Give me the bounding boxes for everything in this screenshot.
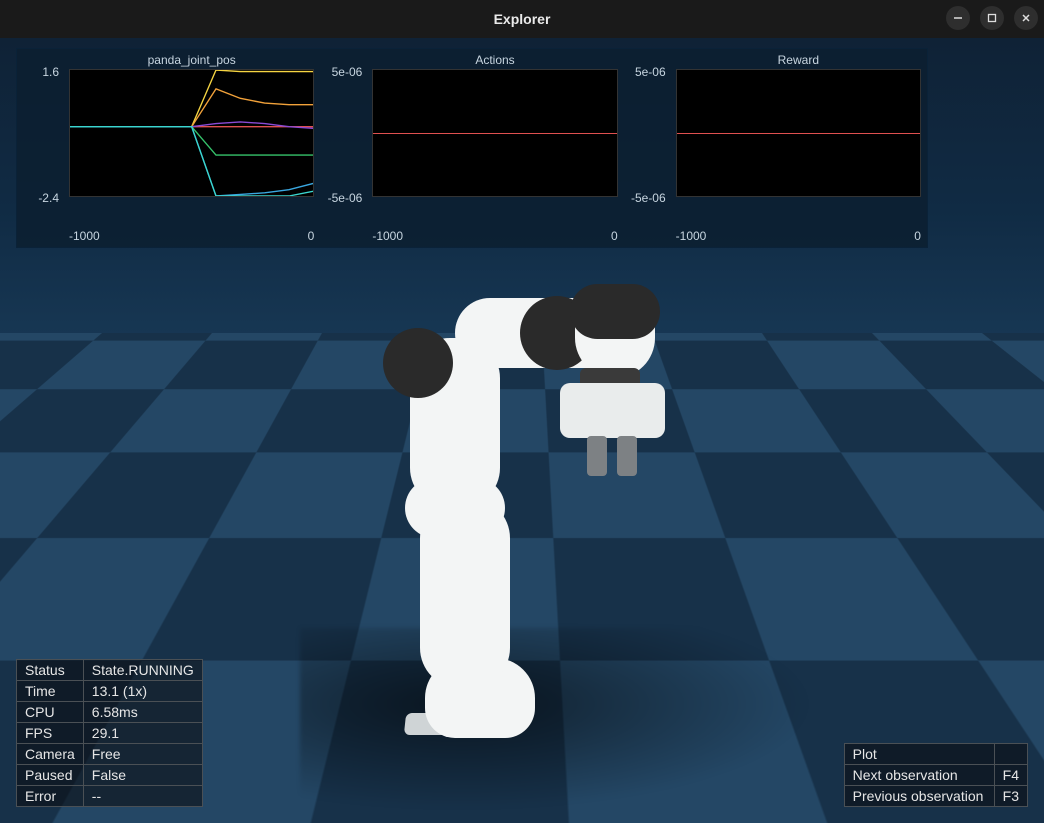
status-value: 13.1 (1x)	[83, 681, 202, 702]
plot-series-line	[70, 127, 313, 196]
status-label: FPS	[17, 723, 84, 744]
status-value: 29.1	[83, 723, 202, 744]
plot-line	[677, 133, 920, 134]
status-row: Time13.1 (1x)	[17, 681, 203, 702]
plot-panel: panda_joint_pos 1.6 -2.4 -1000 0 Actions…	[16, 48, 928, 248]
status-row: StatusState.RUNNING	[17, 660, 203, 681]
status-label: Error	[17, 786, 84, 807]
plot-series-line	[70, 127, 313, 196]
close-button[interactable]	[1014, 6, 1038, 30]
plot-title: panda_joint_pos	[69, 53, 314, 67]
plot-title: Actions	[372, 53, 617, 67]
hotkeys-overlay: PlotNext observationF4Previous observati…	[844, 743, 1028, 807]
status-value: False	[83, 765, 202, 786]
hotkey-key: F3	[994, 786, 1027, 807]
plot-line	[373, 133, 616, 134]
plot-actions: Actions 5e-06 -5e-06 -1000 0	[320, 49, 623, 247]
plot-xticks: -1000 0	[372, 229, 617, 243]
plot-xticks: -1000 0	[676, 229, 921, 243]
window-title: Explorer	[494, 11, 551, 27]
plot-area	[69, 69, 314, 197]
status-label: Camera	[17, 744, 84, 765]
status-value: 6.58ms	[83, 702, 202, 723]
hotkey-key: F4	[994, 765, 1027, 786]
plot-series-line	[70, 70, 313, 127]
viewport[interactable]: panda_joint_pos 1.6 -2.4 -1000 0 Actions…	[0, 38, 1044, 823]
status-label: CPU	[17, 702, 84, 723]
status-row: CameraFree	[17, 744, 203, 765]
plot-area	[676, 69, 921, 197]
plot-panda-joint-pos: panda_joint_pos 1.6 -2.4 -1000 0	[17, 49, 320, 247]
status-value: State.RUNNING	[83, 660, 202, 681]
robot-shadow	[300, 628, 840, 818]
hotkey-row: Previous observationF3	[844, 786, 1027, 807]
titlebar: Explorer	[0, 0, 1044, 38]
status-row: PausedFalse	[17, 765, 203, 786]
plot-yticks: 5e-06 -5e-06	[624, 71, 672, 199]
plot-yticks: 5e-06 -5e-06	[320, 71, 368, 199]
status-overlay: StatusState.RUNNINGTime13.1 (1x)CPU6.58m…	[16, 659, 203, 807]
hotkey-label[interactable]: Previous observation	[844, 786, 994, 807]
hotkey-label[interactable]: Next observation	[844, 765, 994, 786]
status-label: Status	[17, 660, 84, 681]
status-value: Free	[83, 744, 202, 765]
plot-title: Reward	[676, 53, 921, 67]
status-value: --	[83, 786, 202, 807]
plot-yticks: 1.6 -2.4	[17, 71, 65, 199]
hotkey-row: Next observationF4	[844, 765, 1027, 786]
status-row: Error--	[17, 786, 203, 807]
status-row: FPS29.1	[17, 723, 203, 744]
hotkeys-header-key	[994, 744, 1027, 765]
status-label: Paused	[17, 765, 84, 786]
plot-reward: Reward 5e-06 -5e-06 -1000 0	[624, 49, 927, 247]
minimize-button[interactable]	[946, 6, 970, 30]
hotkeys-header: Plot	[844, 744, 994, 765]
status-row: CPU6.58ms	[17, 702, 203, 723]
plot-series-line	[70, 89, 313, 127]
plot-xticks: -1000 0	[69, 229, 314, 243]
window-controls	[946, 6, 1038, 30]
plot-area	[372, 69, 617, 197]
status-label: Time	[17, 681, 84, 702]
maximize-button[interactable]	[980, 6, 1004, 30]
plot-series-line	[70, 127, 313, 155]
